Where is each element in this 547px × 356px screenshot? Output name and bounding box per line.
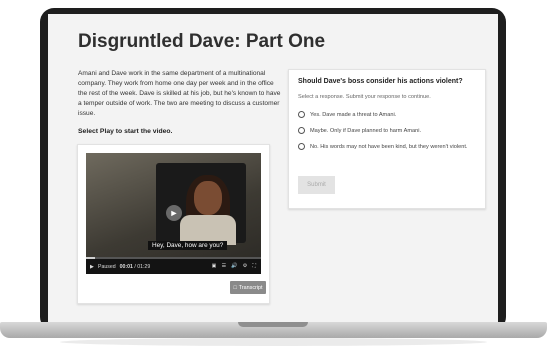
option-no[interactable]: No. His words may not have been kind, bu… — [298, 143, 473, 151]
play-icon[interactable]: ▶ — [90, 264, 94, 270]
option-label: Yes. Dave made a threat to Amani. — [310, 112, 397, 118]
transcript-button[interactable]: □ Transcript — [230, 281, 266, 294]
laptop-shadow — [60, 338, 487, 346]
video-card: ► Hey, Dave, how are you? ▶ Paused 00:01… — [77, 144, 270, 304]
page-title: Disgruntled Dave: Part One — [78, 31, 326, 52]
radio-button[interactable] — [298, 127, 305, 134]
video-caption: Hey, Dave, how are you? — [148, 241, 228, 250]
video-state-label: Paused — [98, 263, 116, 270]
question-card: Should Dave's boss consider his actions … — [288, 69, 486, 209]
video-time-current: 00:01 — [119, 263, 133, 270]
lesson-screen: Disgruntled Dave: Part One Amani and Dav… — [48, 14, 498, 324]
big-play-icon[interactable]: ► — [166, 205, 182, 221]
submit-button[interactable]: Submit — [298, 176, 335, 194]
transcript-label: Transcript — [238, 284, 263, 291]
chapters-icon[interactable]: ☰ — [222, 263, 227, 270]
radio-button[interactable] — [298, 143, 305, 150]
captions-icon[interactable]: ▣ — [212, 263, 217, 270]
fullscreen-icon[interactable]: ⛶ — [252, 263, 256, 270]
option-yes[interactable]: Yes. Dave made a threat to Amani. — [298, 111, 473, 119]
question-title: Should Dave's boss consider his actions … — [298, 78, 463, 85]
settings-icon[interactable]: ⚙ — [243, 263, 248, 270]
option-maybe[interactable]: Maybe. Only if Dave planned to harm Aman… — [298, 127, 473, 135]
question-instruction: Select a response. Submit your response … — [298, 94, 431, 100]
option-label: No. His words may not have been kind, bu… — [310, 144, 468, 150]
transcript-icon: □ — [233, 284, 237, 291]
laptop-notch — [238, 322, 308, 327]
play-instruction: Select Play to start the video. — [78, 128, 173, 135]
video-time: 00:01 / 01:29 — [119, 263, 151, 270]
volume-icon[interactable]: 🔊 — [231, 263, 237, 270]
video-scene-face — [194, 181, 222, 215]
intro-text: Amani and Dave work in the same departme… — [78, 70, 281, 117]
video-player[interactable]: ► Hey, Dave, how are you? ▶ Paused 00:01… — [86, 153, 261, 274]
option-label: Maybe. Only if Dave planned to harm Aman… — [310, 128, 421, 134]
video-time-total: 01:29 — [137, 263, 151, 270]
radio-button[interactable] — [298, 111, 305, 118]
video-controls: ▶ Paused 00:01 / 01:29 ▣ ☰ 🔊 ⚙ ⛶ — [86, 259, 261, 274]
